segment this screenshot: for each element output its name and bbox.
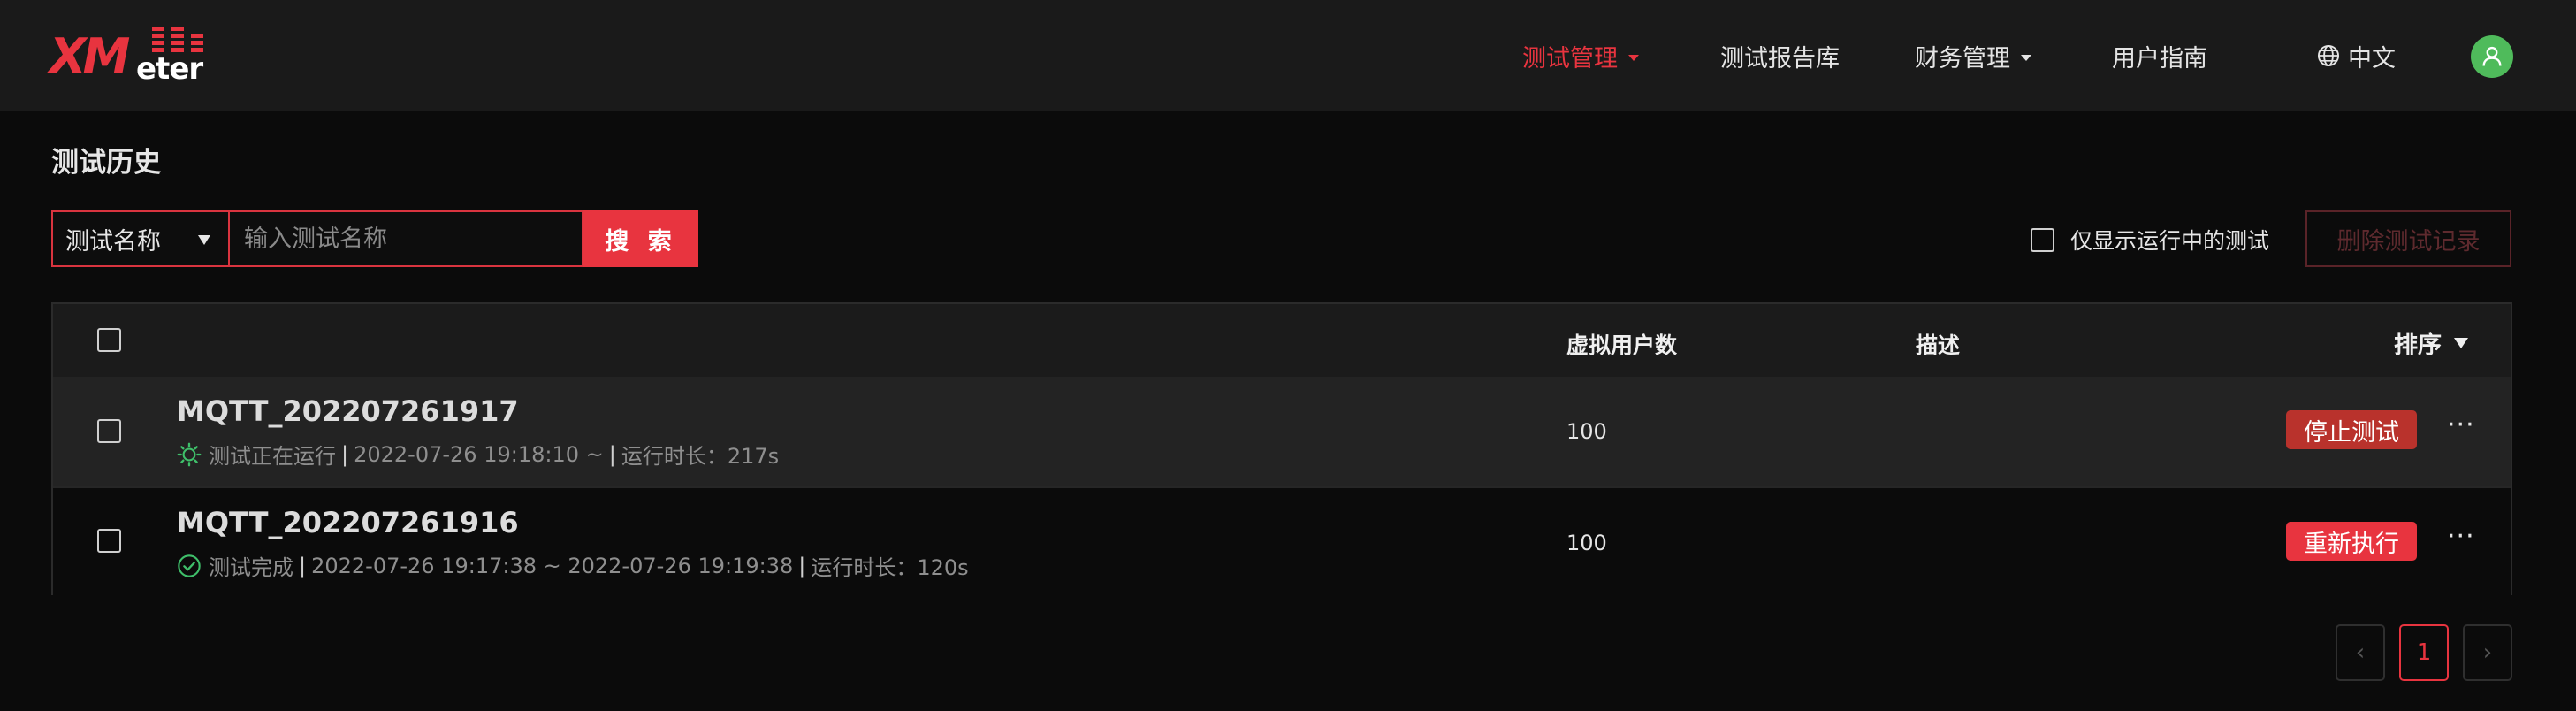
virtual-users-value: 100 xyxy=(1566,531,1607,555)
xmeter-logo[interactable]: XM eter xyxy=(50,27,214,85)
user-icon xyxy=(2482,46,2502,66)
nav-test-report-library[interactable]: 测试报告库 xyxy=(1720,0,1840,111)
page-title: 测试历史 xyxy=(51,147,161,179)
pagination-prev-button[interactable]: ‹ xyxy=(2336,624,2385,681)
pagination-next-button[interactable]: › xyxy=(2463,624,2512,681)
nav-label: 测试报告库 xyxy=(1720,44,1840,73)
test-status-line: 测试正在运行 | 2022-07-26 19:18:10 ~ | 运行时长：21… xyxy=(177,439,779,470)
test-duration: 运行时长：217s xyxy=(621,444,780,469)
rerun-test-button[interactable]: 重新执行 xyxy=(2286,522,2417,561)
separator: | xyxy=(798,553,806,578)
test-name-link[interactable]: MQTT_202207261916 xyxy=(177,506,519,539)
chevron-down-icon xyxy=(2021,54,2031,61)
table-header: 虚拟用户数 描述 排序 xyxy=(53,304,2511,377)
separator: | xyxy=(341,441,349,467)
separator: | xyxy=(608,441,616,467)
test-name-link[interactable]: MQTT_202207261917 xyxy=(177,394,519,428)
pagination-page-1[interactable]: 1 xyxy=(2399,624,2449,681)
nav-finance-management[interactable]: 财务管理 xyxy=(1915,0,2031,111)
col-header-description: 描述 xyxy=(1916,333,1961,358)
nav-test-management[interactable]: 测试管理 xyxy=(1522,0,1639,111)
running-only-checkbox[interactable] xyxy=(2031,227,2054,252)
table-row: MQTT_202207261916 测试完成 | 2022-07-26 19:1… xyxy=(53,486,2511,596)
separator: | xyxy=(299,553,307,578)
nav-label: 财务管理 xyxy=(1915,44,2010,73)
sort-label: 排序 xyxy=(2394,332,2442,359)
dropdown-triangle-icon xyxy=(198,235,210,245)
logo-suffix: eter xyxy=(136,51,203,87)
nav-label: 用户指南 xyxy=(2112,44,2207,73)
language-switcher[interactable]: 中文 xyxy=(2316,0,2396,111)
test-status: 测试完成 xyxy=(209,555,293,580)
search-button[interactable]: 搜 索 xyxy=(583,210,698,267)
logo-mark: XM xyxy=(50,28,130,84)
search-type-select[interactable]: 测试名称 xyxy=(51,210,230,267)
running-only-filter[interactable]: 仅显示运行中的测试 xyxy=(2031,224,2269,256)
running-only-label: 仅显示运行中的测试 xyxy=(2070,228,2270,254)
check-circle-icon xyxy=(178,554,201,577)
logo-bars-graphic xyxy=(147,27,214,53)
col-header-virtual-users: 虚拟用户数 xyxy=(1566,333,1678,358)
sort-dropdown[interactable]: 排序 xyxy=(2394,325,2468,360)
virtual-users-value: 100 xyxy=(1566,419,1607,444)
chevron-down-icon xyxy=(1628,54,1639,61)
more-actions-icon[interactable]: ··· xyxy=(2447,412,2475,439)
running-gear-icon xyxy=(177,442,202,466)
test-status: 测试正在运行 xyxy=(209,444,336,469)
language-label: 中文 xyxy=(2348,44,2396,73)
select-all-checkbox[interactable] xyxy=(97,328,121,352)
sort-triangle-icon xyxy=(2454,337,2468,348)
avatar[interactable] xyxy=(2471,35,2513,78)
search-type-value: 测试名称 xyxy=(65,227,161,256)
row-checkbox[interactable] xyxy=(97,529,121,553)
test-history-table: 虚拟用户数 描述 排序 MQTT_202207261917 测试正在运行 | 2… xyxy=(51,302,2512,596)
row-checkbox[interactable] xyxy=(97,419,121,443)
test-time-range: 2022-07-26 19:18:10 ~ xyxy=(354,441,604,467)
stop-test-button[interactable]: 停止测试 xyxy=(2286,410,2417,449)
test-time-range: 2022-07-26 19:17:38 ~ 2022-07-26 19:19:3… xyxy=(311,553,794,578)
globe-icon xyxy=(2317,44,2340,67)
delete-test-records-button[interactable]: 删除测试记录 xyxy=(2305,210,2511,267)
test-status-line: 测试完成 | 2022-07-26 19:17:38 ~ 2022-07-26 … xyxy=(177,550,969,581)
search-input[interactable] xyxy=(228,210,583,267)
top-nav-bar: XM eter 测试管理 测试报告库 财务管理 用户指南 中文 xyxy=(0,0,2576,111)
test-duration: 运行时长：120s xyxy=(811,555,969,580)
nav-label: 测试管理 xyxy=(1522,44,1618,73)
more-actions-icon[interactable]: ··· xyxy=(2447,524,2475,550)
nav-user-guide[interactable]: 用户指南 xyxy=(2112,0,2207,111)
table-row: MQTT_202207261917 测试正在运行 | 2022-07-26 19… xyxy=(53,377,2511,486)
